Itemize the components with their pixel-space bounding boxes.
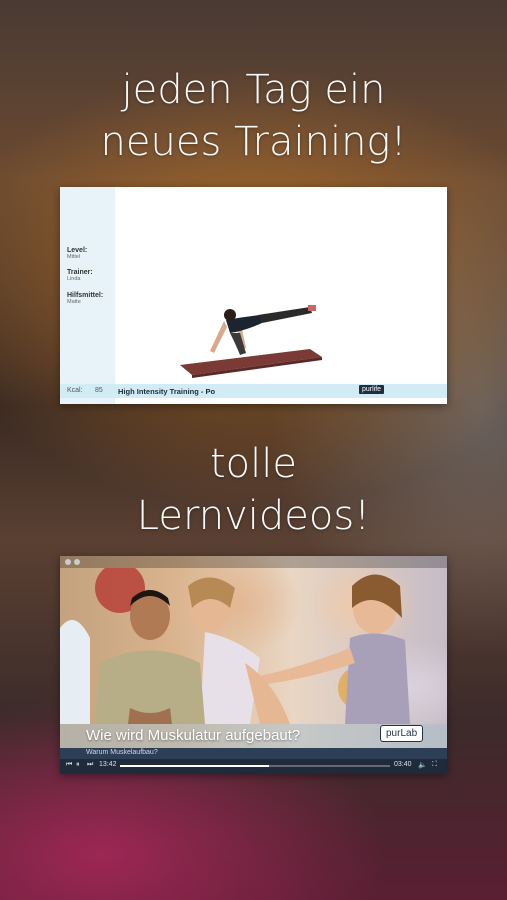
brand-logo-purlab: purLab xyxy=(380,725,424,742)
video-subtitle: Warum Muskelaufbau? xyxy=(86,749,158,756)
fullscreen-icon[interactable]: ⛶ xyxy=(432,761,437,769)
info-level: Level: Mittel xyxy=(67,247,88,260)
video-top-bar xyxy=(60,556,447,568)
volume-icon[interactable]: 🔈 xyxy=(418,761,427,769)
headline-2-line-1: tolle xyxy=(210,441,297,487)
kcal-value: 85 xyxy=(95,387,103,394)
headline-line-2: neues Training! xyxy=(100,119,407,165)
window-close-icon xyxy=(65,559,71,565)
window-minimize-icon xyxy=(74,559,80,565)
exercise-illustration xyxy=(180,305,322,378)
time-total: 03:40 xyxy=(394,761,412,768)
progress-fill xyxy=(120,765,269,767)
info-trainer: Trainer: Linda xyxy=(67,269,93,282)
kcal-label: Kcal: xyxy=(67,387,83,394)
training-title: High Intensity Training - Po xyxy=(118,387,216,396)
video-scene-illustration xyxy=(60,568,410,724)
video-caption: Wie wird Muskulatur aufgebaut? xyxy=(86,727,301,744)
forward-icon[interactable]: ⏭ xyxy=(87,761,93,769)
brand-logo: purlife xyxy=(359,385,385,394)
headline-line-1: jeden Tag ein xyxy=(121,67,386,113)
rewind-icon[interactable]: ⏮ xyxy=(66,761,72,769)
training-screenshot: Level: Mittel Trainer: Linda Hilfsmittel… xyxy=(60,187,447,404)
time-elapsed: 13:42 xyxy=(99,761,117,768)
info-equipment: Hilfsmittel: Matte xyxy=(67,292,104,305)
headline-2-line-2: Lernvideos! xyxy=(136,493,371,539)
pause-icon[interactable]: ⏸ xyxy=(76,761,80,769)
learning-video-screenshot: Wie wird Muskulatur aufgebaut? purLab Wa… xyxy=(60,556,447,774)
